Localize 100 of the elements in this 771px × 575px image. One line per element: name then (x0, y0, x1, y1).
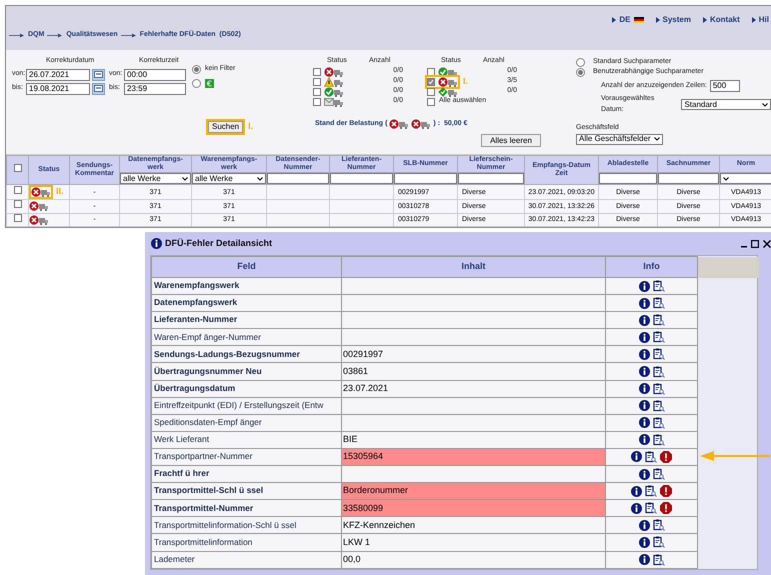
info-icon[interactable] (638, 536, 650, 548)
info-icon[interactable] (638, 280, 650, 292)
info-icon[interactable] (638, 348, 650, 360)
clipboard-search-icon[interactable] (645, 450, 657, 463)
clipboard-search-icon[interactable] (652, 468, 664, 480)
field-name: Frachtf ü hrer (154, 468, 210, 478)
caret-icon (723, 176, 729, 180)
arrow-icon (47, 32, 64, 38)
info-icon[interactable] (631, 451, 642, 462)
window-title: DFÜ-Fehler Detailansicht (165, 236, 272, 250)
date-dropdown[interactable]: Standard (681, 99, 771, 110)
field-value: 03861 (342, 362, 606, 380)
calendar-button[interactable] (92, 68, 105, 81)
radio-button[interactable] (192, 64, 201, 74)
business-dropdown[interactable]: Alle Geschäftsfelder (576, 134, 663, 145)
field-name: Eintreffzeitpunkt (EDI) / Erstellungszeit (Entw (154, 400, 324, 410)
filter-field[interactable] (658, 173, 719, 184)
text-field[interactable]: 23:59 (124, 82, 186, 95)
arrow-icon (120, 32, 137, 38)
radio-button[interactable] (576, 68, 585, 77)
filter-dropdown[interactable] (720, 173, 771, 184)
info-icon[interactable] (638, 434, 650, 446)
info-icon[interactable] (151, 238, 162, 249)
checkbox[interactable] (14, 164, 22, 172)
field-value: 15305964 (342, 448, 606, 466)
info-icon[interactable] (631, 502, 642, 514)
close-icon[interactable] (763, 240, 771, 248)
checkbox[interactable] (427, 78, 435, 86)
calendar-button[interactable] (92, 82, 105, 95)
filter-dropdown[interactable]: alle Werke (120, 173, 191, 184)
checkbox[interactable] (14, 186, 22, 194)
clipboard-search-icon[interactable] (652, 280, 664, 292)
clipboard-search-icon[interactable] (652, 434, 664, 446)
maximize-icon[interactable] (751, 240, 759, 248)
nav-link[interactable]: DE (612, 11, 644, 28)
filter-field[interactable] (394, 173, 457, 184)
info-icon[interactable] (638, 366, 650, 378)
column-header: Inhalt (342, 256, 606, 278)
checkbox[interactable] (313, 88, 321, 96)
field-name: Transportmittelinformation (154, 536, 252, 547)
check-truck-icon (438, 66, 458, 77)
checkbox[interactable] (427, 98, 435, 106)
field-value: LKW 1 (342, 534, 606, 551)
clipboard-search-icon[interactable] (652, 297, 664, 310)
radio-button[interactable] (576, 58, 585, 67)
info-icon[interactable] (638, 332, 650, 343)
field-name: Lademeter (154, 554, 195, 564)
clipboard-search-icon[interactable] (652, 416, 664, 429)
text-field[interactable]: 00:00 (124, 68, 186, 81)
caret-icon (654, 137, 660, 142)
info-icon[interactable] (638, 383, 650, 394)
error-truck-icon (411, 118, 432, 129)
info-icon[interactable] (638, 400, 650, 412)
nav-link[interactable]: System (656, 11, 691, 28)
diamond-truck-icon (438, 86, 458, 97)
info-icon[interactable] (638, 520, 650, 531)
clipboard-search-icon[interactable] (652, 519, 664, 532)
filter-field[interactable] (330, 173, 393, 184)
radio-button[interactable] (192, 78, 201, 88)
column-header: Feld (152, 256, 342, 278)
field-name: Übertragungsdatum (154, 382, 236, 393)
checkbox[interactable] (313, 98, 321, 106)
checkbox[interactable] (427, 68, 435, 76)
clipboard-search-icon[interactable] (652, 348, 664, 360)
error-truck-icon (324, 66, 344, 77)
text-field[interactable]: 26.07.2021 (26, 68, 90, 81)
info-icon[interactable] (638, 554, 650, 566)
filter-field[interactable] (267, 173, 329, 184)
clipboard-search-icon[interactable] (645, 502, 657, 514)
clipboard-search-icon[interactable] (652, 382, 664, 395)
clipboard-search-icon[interactable] (652, 331, 664, 344)
text-field[interactable]: 500 (710, 80, 740, 92)
field-name: Transportpartner-Nummer (154, 451, 252, 462)
field-value: 33580099 (342, 500, 606, 517)
info-icon[interactable] (638, 417, 650, 428)
filter-dropdown[interactable]: alle Werke (192, 173, 266, 184)
annotation-label: II. (56, 185, 64, 198)
clipboard-search-icon[interactable] (652, 366, 664, 378)
field-name: Transportmittel-Schl ü ssel (154, 485, 264, 496)
filter-field[interactable] (599, 173, 657, 184)
nav-link[interactable]: Hil (752, 11, 769, 28)
triangle-icon (612, 16, 616, 22)
column-header: Info (606, 256, 698, 278)
checkbox[interactable] (313, 78, 321, 86)
info-icon[interactable] (638, 314, 650, 326)
info-icon[interactable] (638, 468, 650, 480)
clear-button[interactable]: Alles leeren (481, 134, 541, 148)
nav-link[interactable]: Kontakt (702, 11, 740, 28)
search-button[interactable]: Suchen (208, 120, 244, 133)
clipboard-search-icon[interactable] (652, 314, 664, 326)
checkbox[interactable] (313, 68, 321, 76)
checkbox[interactable] (14, 200, 22, 208)
info-icon[interactable] (631, 486, 642, 497)
filter-field[interactable] (458, 173, 524, 184)
clipboard-search-icon[interactable] (652, 536, 664, 548)
clipboard-search-icon[interactable] (645, 485, 657, 498)
clipboard-search-icon[interactable] (652, 400, 664, 412)
text-field[interactable]: 19.08.2021 (26, 82, 90, 95)
clipboard-search-icon[interactable] (652, 554, 664, 566)
info-icon[interactable] (638, 298, 650, 309)
